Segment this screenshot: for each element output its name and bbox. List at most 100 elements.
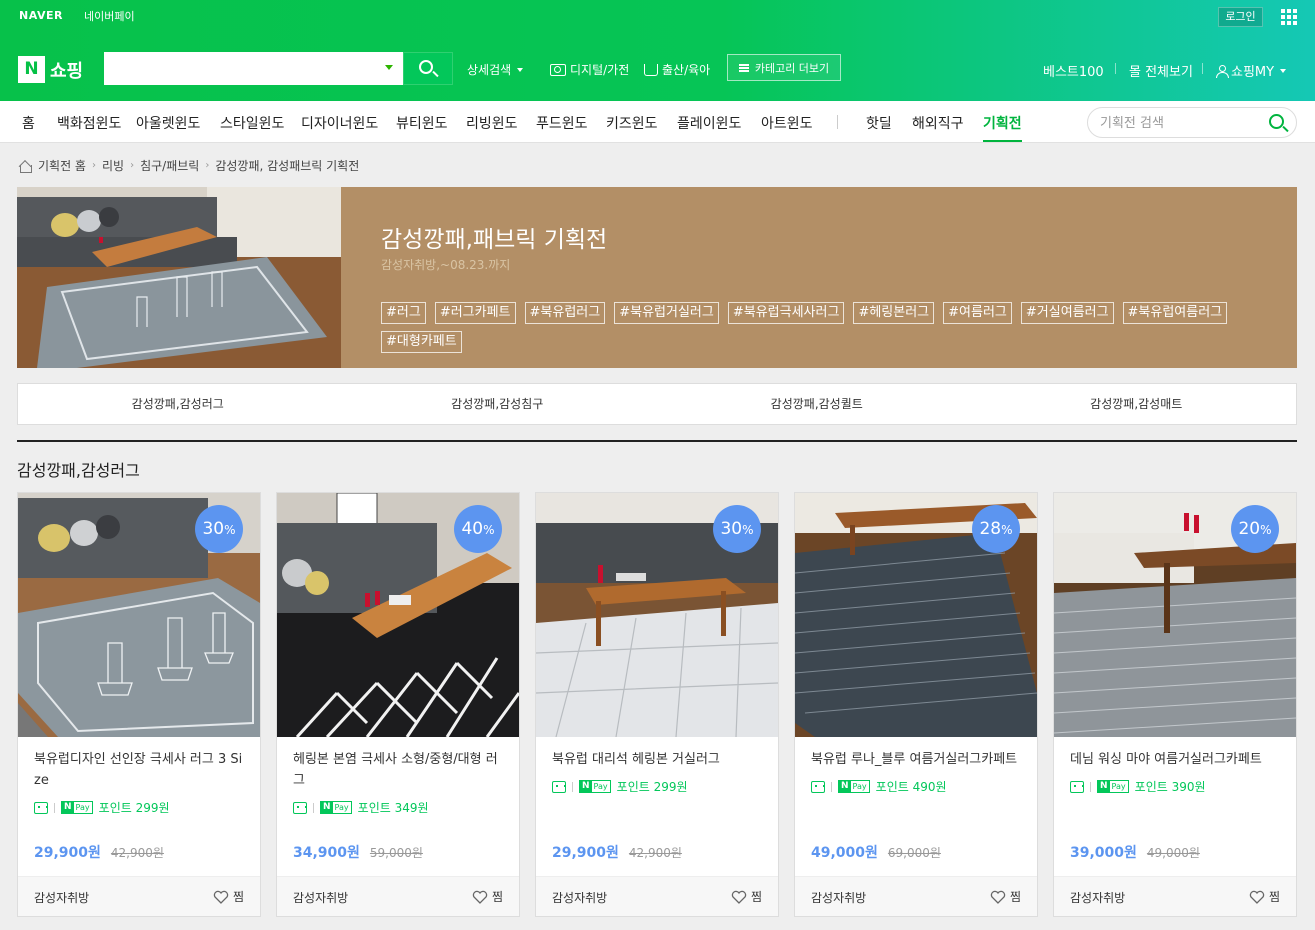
zzim-label: 찜 (1009, 890, 1021, 904)
tag-link[interactable]: #대형카페트 (381, 331, 462, 353)
search-input[interactable] (104, 52, 403, 85)
tab-bedding[interactable]: 감성깡패,감성침구 (338, 384, 658, 424)
nav-item-designer[interactable]: 디자이너윈도 (301, 113, 378, 133)
search-icon[interactable] (1269, 114, 1284, 129)
product-name[interactable]: 북유럽 루나_블루 여름거실러그카페트 (811, 749, 1023, 770)
quick-link-label: 출산/육아 (662, 63, 711, 77)
tag-link[interactable]: #북유럽러그 (524, 302, 606, 324)
apps-grid-icon[interactable] (1281, 9, 1297, 25)
nav-item-exhibition[interactable]: 기획전 (983, 113, 1022, 142)
best100-link[interactable]: 베스트100 (1043, 61, 1104, 80)
my-shopping-link[interactable]: 쇼핑MY (1216, 61, 1287, 80)
login-button[interactable]: 로그인 (1218, 7, 1263, 27)
nav-item-play[interactable]: 플레이윈도 (677, 113, 741, 133)
talk-icon[interactable] (34, 801, 48, 814)
product-card[interactable]: 40% 헤링본 본염 극세사 소형/중형/대형 러그 N Pay 포인트 349원… (276, 492, 520, 917)
tag-link[interactable]: #러그 (381, 302, 426, 324)
store-name[interactable]: 감성자취방 (293, 889, 348, 906)
tag-link[interactable]: #러그카페트 (434, 302, 516, 324)
category-more-button[interactable]: 카테고리 더보기 (727, 54, 841, 81)
zzim-button[interactable]: 찜 (990, 888, 1021, 905)
detail-search-link[interactable]: 상세검색 (467, 61, 524, 78)
product-name[interactable]: 헤링본 본염 극세사 소형/중형/대형 러그 (293, 749, 505, 791)
talk-icon[interactable] (811, 780, 825, 793)
tag-link[interactable]: #여름러그 (943, 302, 1012, 324)
nav-item-overseas[interactable]: 해외직구 (912, 113, 964, 133)
product-name[interactable]: 북유럽 대리석 헤링본 거실러그 (552, 749, 764, 770)
point-text: 포인트 299원 (98, 801, 170, 815)
nav-item-outlet[interactable]: 아울렛윈도 (136, 113, 200, 133)
tab-rug[interactable]: 감성깡패,감성러그 (18, 384, 338, 424)
zzim-button[interactable]: 찜 (1249, 888, 1280, 905)
nav-item-food[interactable]: 푸드윈도 (536, 113, 588, 133)
discount-value: 30 (202, 519, 225, 539)
product-image[interactable]: 40% (277, 493, 519, 737)
percent-sign: % (1260, 523, 1272, 537)
card-footer: 감성자취방 찜 (18, 876, 260, 916)
nav-item-hotdeal[interactable]: 핫딜 (866, 113, 892, 133)
nav-item-beauty[interactable]: 뷰티윈도 (396, 113, 448, 133)
exhibition-search-input[interactable] (1100, 114, 1260, 132)
tag-link[interactable]: #헤링본러그 (853, 302, 935, 324)
quick-link-digital[interactable]: 디지털/가전 (550, 61, 629, 78)
camera-icon (550, 63, 566, 76)
breadcrumb-item[interactable]: 기획전 홈 (38, 157, 86, 174)
original-price: 69,000원 (887, 846, 941, 860)
point-text: 포인트 299원 (616, 780, 688, 794)
exhibition-search (1087, 107, 1297, 138)
product-card[interactable]: 30% 북유럽디자인 선인장 극세사 러그 3 Size N Pay 포인트 29… (17, 492, 261, 917)
store-name[interactable]: 감성자취방 (34, 889, 89, 906)
nav-item-home[interactable]: 홈 (22, 113, 35, 133)
product-image[interactable]: 30% (18, 493, 260, 737)
product-image[interactable]: 20% (1054, 493, 1296, 737)
talk-icon[interactable] (552, 780, 566, 793)
all-malls-link[interactable]: 몰 전체보기 (1129, 61, 1193, 80)
tab-mat[interactable]: 감성깡패,감성매트 (977, 384, 1297, 424)
tag-link[interactable]: #북유럽거실러그 (614, 302, 719, 324)
tag-list: #러그 #러그카페트 #북유럽러그 #북유럽거실러그 #북유럽극세사러그 #헤링… (381, 302, 1261, 353)
nav-item-kids[interactable]: 키즈윈도 (606, 113, 658, 133)
tag-link[interactable]: #거실여름러그 (1020, 302, 1114, 324)
product-card[interactable]: 30% 북유럽 대리석 헤링본 거실러그 N Pay 포인트 299원 29,90… (535, 492, 779, 917)
divider (572, 781, 573, 792)
card-footer: 감성자취방 찜 (536, 876, 778, 916)
shopping-logo[interactable]: N 쇼핑 (18, 56, 83, 83)
discount-value: 20 (1238, 519, 1261, 539)
global-bar: NAVER 네이버페이 로그인 (0, 0, 1315, 509)
product-image[interactable]: 28% (795, 493, 1037, 737)
store-name[interactable]: 감성자취방 (811, 889, 866, 906)
naver-logo[interactable]: NAVER (19, 9, 63, 22)
product-card[interactable]: 28% 북유럽 루나_블루 여름거실러그카페트 N Pay 포인트 490원 49… (794, 492, 1038, 917)
talk-icon[interactable] (293, 801, 307, 814)
nav-item-living[interactable]: 리빙윈도 (466, 113, 518, 133)
product-name[interactable]: 데님 워싱 마야 여름거실러그카페트 (1070, 749, 1282, 770)
store-name[interactable]: 감성자취방 (552, 889, 607, 906)
chevron-right-icon: › (91, 160, 96, 171)
heart-icon (731, 890, 747, 904)
nav-item-art[interactable]: 아트윈도 (761, 113, 813, 133)
tag-link[interactable]: #북유럽극세사러그 (727, 302, 845, 324)
talk-icon[interactable] (1070, 780, 1084, 793)
store-name[interactable]: 감성자취방 (1070, 889, 1125, 906)
breadcrumb-item[interactable]: 리빙 (102, 157, 124, 174)
product-card[interactable]: 20% 데님 워싱 마야 여름거실러그카페트 N Pay 포인트 390원 39,… (1053, 492, 1297, 917)
product-meta: N Pay 포인트 390원 (1070, 778, 1206, 795)
tag-link[interactable]: #북유럽여름러그 (1122, 302, 1228, 324)
tab-quilt[interactable]: 감성깡패,감성퀼트 (657, 384, 977, 424)
chevron-right-icon: › (130, 160, 135, 171)
banner-title: 감성깡패,패브릭 기획전 (381, 227, 608, 253)
zzim-button[interactable]: 찜 (731, 888, 762, 905)
home-icon[interactable] (18, 160, 32, 173)
zzim-button[interactable]: 찜 (213, 888, 244, 905)
nav-item-style[interactable]: 스타일윈도 (220, 113, 284, 133)
product-name[interactable]: 북유럽디자인 선인장 극세사 러그 3 Size (34, 749, 246, 791)
breadcrumb-item[interactable]: 침구/패브릭 (140, 157, 199, 174)
banner-subtitle: 감성자취방,~08.23.까지 (381, 258, 511, 272)
naverpay-link[interactable]: 네이버페이 (84, 8, 135, 509)
zzim-button[interactable]: 찜 (472, 888, 503, 905)
chevron-down-icon[interactable] (385, 65, 393, 70)
search-button[interactable] (403, 52, 453, 85)
product-image[interactable]: 30% (536, 493, 778, 737)
nav-item-department[interactable]: 백화점윈도 (57, 113, 121, 133)
quick-link-baby[interactable]: 출산/육아 (644, 61, 710, 78)
